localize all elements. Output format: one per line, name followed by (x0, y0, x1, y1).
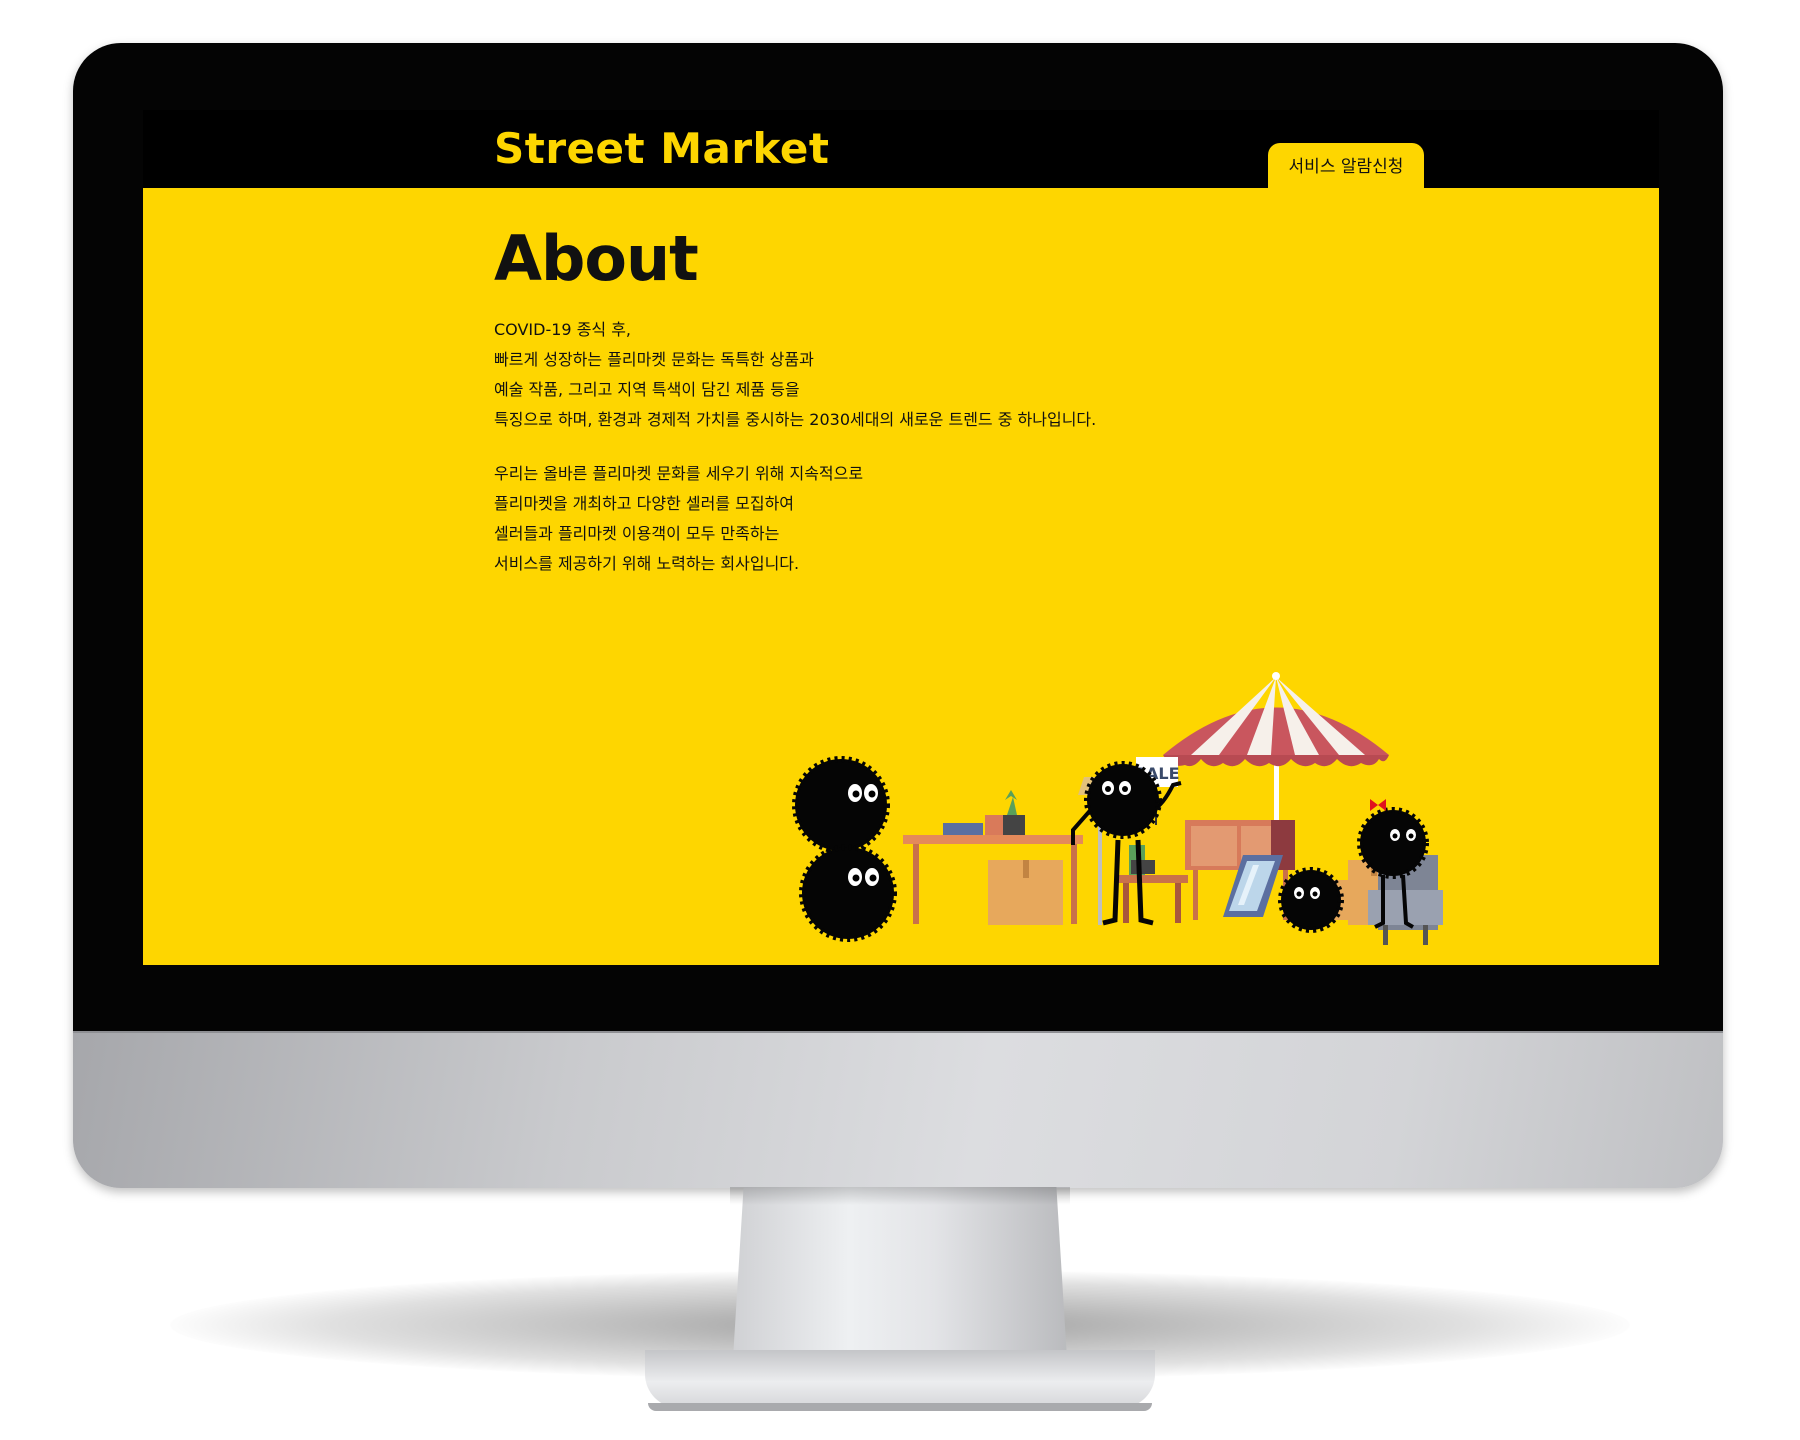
service-alarm-button[interactable]: 서비스 알람신청 (1268, 143, 1424, 188)
paragraph-line: 서비스를 제공하기 위해 노력하는 회사입니다. (494, 554, 800, 573)
monitor-chin-divider (73, 1031, 1723, 1033)
paragraph-line: 예술 작품, 그리고 지역 특색이 담긴 제품 등을 (494, 380, 800, 399)
paragraph-line: COVID-19 종식 후, (494, 320, 632, 339)
creature-top-left (792, 756, 890, 854)
creature-bottom-left (799, 844, 897, 942)
top-navigation-bar: Street Market 서비스 알람신청 (143, 110, 1659, 188)
paragraph-line: 특징으로 하며, 환경과 경제적 가치를 중시하는 2030세대의 새로운 트렌… (494, 410, 1097, 429)
monitor-chin (73, 1031, 1723, 1188)
flea-market-illustration: SALE (792, 672, 1443, 945)
site-logo[interactable]: Street Market (494, 128, 829, 170)
about-paragraph-2: 우리는 올바른 플리마켓 문화를 세우기 위해 지속적으로 플리마켓을 개최하고… (494, 459, 863, 579)
paragraph-line: 셀러들과 플리마켓 이용객이 모두 만족하는 (494, 524, 780, 543)
creature-small-center (1278, 867, 1344, 933)
paragraph-line: 우리는 올바른 플리마켓 문화를 세우기 위해 지속적으로 (494, 464, 864, 483)
page-title: About (494, 222, 699, 295)
about-paragraph-1: COVID-19 종식 후, 빠르게 성장하는 플리마켓 문화는 독특한 상품과… (494, 315, 1096, 435)
monitor-stand-foot (645, 1350, 1155, 1408)
website-screen: Street Market 서비스 알람신청 About COVID-19 종식… (143, 110, 1659, 965)
paragraph-line: 플리마켓을 개최하고 다양한 셀러를 모집하여 (494, 494, 795, 513)
monitor-stand-shade (730, 1187, 1070, 1205)
paragraph-line: 빠르게 성장하는 플리마켓 문화는 독특한 상품과 (494, 350, 814, 369)
monitor-stand-edge (648, 1403, 1152, 1411)
